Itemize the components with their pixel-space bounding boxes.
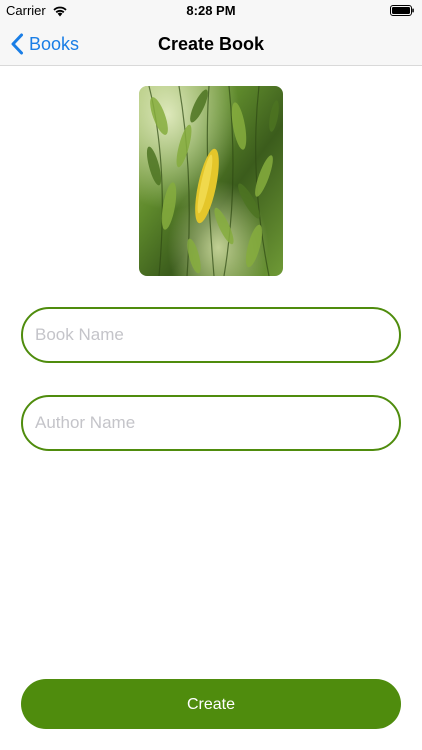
status-time: 8:28 PM	[186, 3, 236, 18]
book-cover-image[interactable]	[139, 86, 283, 276]
book-name-field[interactable]	[21, 307, 401, 363]
author-name-field[interactable]	[21, 395, 401, 451]
navigation-bar: Books Create Book	[0, 22, 422, 66]
page-title: Create Book	[157, 34, 265, 54]
create-book-screen: Carrier 8:28 PM Books Create Book Book N…	[0, 0, 422, 750]
battery-icon	[390, 5, 414, 16]
create-button[interactable]: Create	[21, 679, 401, 729]
status-bar: Carrier 8:28 PM	[0, 0, 422, 22]
